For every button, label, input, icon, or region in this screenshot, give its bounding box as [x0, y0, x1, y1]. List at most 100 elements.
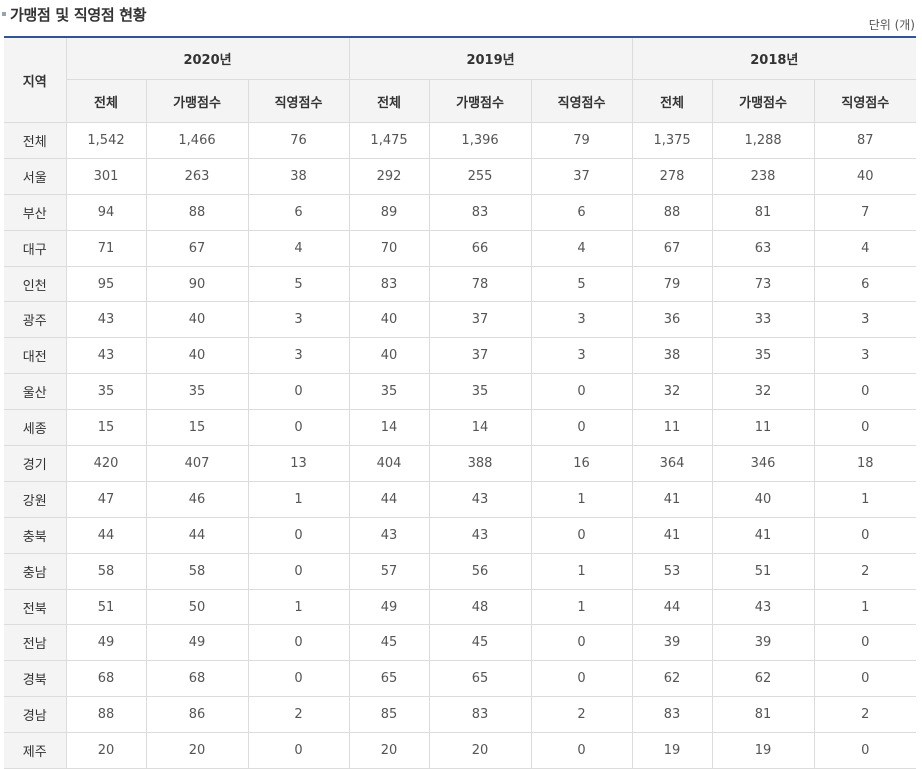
region-cell: 전남 [4, 624, 67, 662]
value-cell: 79 [631, 265, 713, 303]
value-cell: 40 [348, 301, 430, 339]
value-cell: 63 [711, 229, 815, 267]
value-cell: 1,396 [428, 122, 532, 159]
value-cell: 0 [530, 624, 633, 662]
value-cell: 65 [428, 660, 532, 698]
value-cell: 44 [631, 588, 713, 626]
table-row: 부산 94 88 6 89 83 6 88 81 7 [4, 193, 917, 231]
value-cell: 4 [530, 229, 633, 267]
value-cell: 0 [813, 409, 917, 447]
value-cell: 238 [711, 157, 815, 195]
value-cell: 86 [145, 696, 249, 734]
region-cell: 경남 [4, 696, 67, 734]
value-cell: 37 [428, 337, 532, 375]
bullet-icon [2, 12, 6, 16]
year-header: 2018년 [631, 36, 917, 80]
value-cell: 0 [247, 660, 350, 698]
value-cell: 65 [348, 660, 430, 698]
value-cell: 13 [247, 445, 350, 482]
value-cell: 44 [65, 516, 147, 554]
value-cell: 35 [711, 337, 815, 375]
value-cell: 2 [813, 696, 917, 734]
value-cell: 346 [711, 445, 815, 482]
value-cell: 0 [247, 732, 350, 769]
value-cell: 43 [428, 480, 532, 518]
value-cell: 0 [530, 373, 633, 411]
value-cell: 50 [145, 588, 249, 626]
value-cell: 0 [530, 516, 633, 554]
region-cell: 부산 [4, 193, 67, 231]
value-cell: 35 [348, 373, 430, 411]
value-cell: 263 [145, 157, 249, 195]
value-cell: 36 [631, 301, 713, 339]
value-cell: 47 [65, 480, 147, 518]
value-cell: 40 [145, 301, 249, 339]
table-row: 인천 95 90 5 83 78 5 79 73 6 [4, 265, 917, 303]
value-cell: 7 [813, 193, 917, 231]
value-cell: 1 [813, 588, 917, 626]
region-cell: 경기 [4, 445, 67, 482]
value-cell: 90 [145, 265, 249, 303]
value-cell: 43 [348, 516, 430, 554]
table-row: 울산 35 35 0 35 35 0 32 32 0 [4, 373, 917, 411]
region-cell: 인천 [4, 265, 67, 303]
region-cell: 전북 [4, 588, 67, 626]
value-cell: 20 [65, 732, 147, 769]
value-cell: 15 [145, 409, 249, 447]
table-row: 경남 88 86 2 85 83 2 83 81 2 [4, 696, 917, 734]
value-cell: 1,542 [65, 122, 147, 159]
value-cell: 43 [65, 301, 147, 339]
value-cell: 44 [348, 480, 430, 518]
value-cell: 85 [348, 696, 430, 734]
value-cell: 38 [631, 337, 713, 375]
value-cell: 87 [813, 122, 917, 159]
table-row: 제주 20 20 0 20 20 0 19 19 0 [4, 732, 917, 769]
value-cell: 89 [348, 193, 430, 231]
region-cell: 강원 [4, 480, 67, 518]
value-cell: 73 [711, 265, 815, 303]
value-cell: 49 [65, 624, 147, 662]
value-cell: 46 [145, 480, 249, 518]
value-cell: 6 [813, 265, 917, 303]
value-cell: 62 [631, 660, 713, 698]
value-cell: 43 [65, 337, 147, 375]
value-cell: 18 [813, 445, 917, 482]
value-cell: 1,475 [348, 122, 430, 159]
value-cell: 68 [65, 660, 147, 698]
value-cell: 58 [145, 552, 249, 590]
region-cell: 충남 [4, 552, 67, 590]
value-cell: 14 [428, 409, 532, 447]
value-cell: 35 [145, 373, 249, 411]
value-cell: 83 [428, 696, 532, 734]
value-cell: 41 [631, 480, 713, 518]
value-cell: 33 [711, 301, 815, 339]
table-row: 경북 68 68 0 65 65 0 62 62 0 [4, 660, 917, 698]
store-stats-table: 지역 2020년 2019년 2018년 전체 가맹점수 직영점수 전체 가맹점수 직영점… [4, 36, 917, 769]
table-row: 광주 43 40 3 40 37 3 36 33 3 [4, 301, 917, 339]
value-cell: 45 [348, 624, 430, 662]
value-cell: 81 [711, 193, 815, 231]
value-cell: 3 [530, 337, 633, 375]
value-cell: 11 [631, 409, 713, 447]
value-cell: 5 [247, 265, 350, 303]
value-cell: 35 [428, 373, 532, 411]
value-cell: 16 [530, 445, 633, 482]
value-cell: 88 [145, 193, 249, 231]
value-cell: 67 [631, 229, 713, 267]
value-cell: 0 [247, 516, 350, 554]
value-cell: 14 [348, 409, 430, 447]
value-cell: 2 [813, 552, 917, 590]
value-cell: 68 [145, 660, 249, 698]
value-cell: 2 [247, 696, 350, 734]
column-header: 전체 [348, 79, 430, 123]
value-cell: 388 [428, 445, 532, 482]
value-cell: 76 [247, 122, 350, 159]
year-header: 2020년 [65, 36, 350, 80]
value-cell: 0 [813, 373, 917, 411]
unit-label: 단위 (개) [868, 18, 915, 32]
value-cell: 2 [530, 696, 633, 734]
column-header: 직영점수 [813, 79, 917, 123]
value-cell: 3 [813, 301, 917, 339]
value-cell: 41 [631, 516, 713, 554]
value-cell: 48 [428, 588, 532, 626]
